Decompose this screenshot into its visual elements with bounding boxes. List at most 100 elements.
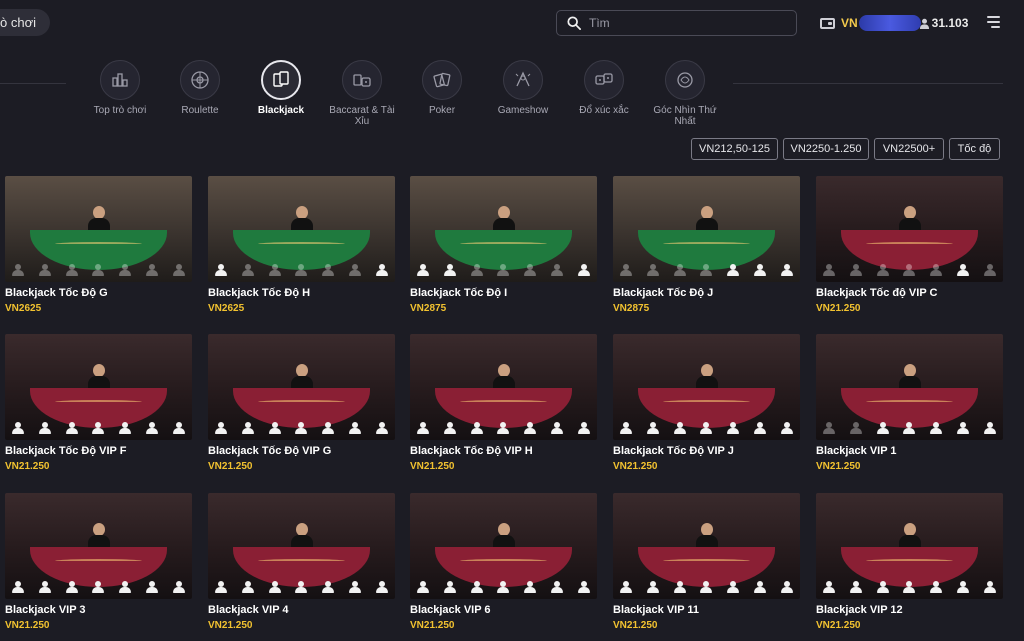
- seat-icon: [876, 422, 889, 435]
- game-thumbnail[interactable]: [613, 334, 800, 440]
- category-tab-poker[interactable]: Poker: [402, 60, 482, 116]
- game-thumbnail[interactable]: [208, 176, 395, 282]
- menu-icon[interactable]: [987, 16, 1000, 28]
- game-card[interactable]: Blackjack Tốc Độ VIP F VN21.250: [5, 334, 192, 472]
- seat-row: [410, 581, 597, 595]
- seat-icon: [727, 581, 740, 594]
- seat-icon: [497, 264, 510, 277]
- seat-icon: [823, 422, 835, 435]
- category-label: Roulette: [181, 105, 219, 116]
- bet-limit: VN21.250: [816, 303, 861, 314]
- category-tab-top-games[interactable]: Top trò chơi: [80, 60, 160, 116]
- game-card[interactable]: Blackjack Tốc Độ VIP J VN21.250: [613, 334, 800, 472]
- game-thumbnail[interactable]: [208, 493, 395, 599]
- seat-icon: [646, 264, 659, 277]
- game-card[interactable]: Blackjack VIP 11 VN21.250: [613, 493, 800, 631]
- back-to-games-button[interactable]: ò chơi: [0, 9, 50, 36]
- game-thumbnail[interactable]: [5, 493, 192, 599]
- category-tab-first-person[interactable]: Góc Nhìn Thứ Nhất: [645, 60, 725, 127]
- game-thumbnail[interactable]: [5, 176, 192, 282]
- redacted-username: [858, 15, 921, 31]
- seat-icon: [65, 581, 78, 594]
- game-card[interactable]: Blackjack Tốc Độ J VN2875: [613, 176, 800, 314]
- game-title: Blackjack VIP 4: [208, 604, 289, 616]
- game-card[interactable]: Blackjack VIP 12 VN21.250: [816, 493, 1003, 631]
- game-title: Blackjack VIP 1: [816, 445, 897, 457]
- game-thumbnail[interactable]: [410, 493, 597, 599]
- seat-icon: [577, 422, 590, 435]
- filter-button[interactable]: VN212,50-125: [691, 138, 778, 160]
- game-title: Blackjack VIP 6: [410, 604, 491, 616]
- game-thumbnail[interactable]: [5, 334, 192, 440]
- game-card[interactable]: Blackjack Tốc Độ I VN2875: [410, 176, 597, 314]
- game-card[interactable]: Blackjack VIP 1 VN21.250: [816, 334, 1003, 472]
- game-card[interactable]: Blackjack VIP 3 VN21.250: [5, 493, 192, 631]
- category-tab-baccarat[interactable]: Baccarat & Tài Xỉu: [322, 60, 402, 127]
- game-thumbnail[interactable]: [613, 493, 800, 599]
- seat-icon: [727, 422, 740, 435]
- filter-button[interactable]: VN22500+: [874, 138, 944, 160]
- game-thumbnail[interactable]: [816, 176, 1003, 282]
- game-title: Blackjack Tốc Độ VIP H: [410, 445, 533, 457]
- category-tab-gameshow[interactable]: Gameshow: [483, 60, 563, 116]
- seat-icon: [983, 264, 996, 277]
- currency-label: VN: [841, 16, 858, 30]
- seat-icon: [700, 581, 713, 594]
- game-card[interactable]: Blackjack Tốc Độ G VN2625: [5, 176, 192, 314]
- seat-icon: [551, 264, 564, 277]
- category-divider-right: [733, 83, 1003, 84]
- category-tab-blackjack-cards[interactable]: Blackjack: [241, 60, 321, 116]
- seat-row: [816, 581, 1003, 595]
- game-thumbnail[interactable]: [816, 493, 1003, 599]
- seat-icon: [876, 264, 889, 277]
- bet-limit: VN21.250: [816, 461, 861, 472]
- seat-icon: [443, 581, 456, 594]
- seat-icon: [470, 422, 483, 435]
- wallet-balance[interactable]: VN 31.103: [820, 15, 968, 31]
- first-person-icon: [665, 60, 705, 100]
- game-thumbnail[interactable]: [410, 176, 597, 282]
- seat-icon: [322, 422, 335, 435]
- game-title: Blackjack Tốc Độ I: [410, 287, 508, 299]
- seat-icon: [38, 422, 51, 435]
- seat-icon: [268, 581, 281, 594]
- game-card[interactable]: Blackjack Tốc Độ VIP H VN21.250: [410, 334, 597, 472]
- game-card[interactable]: Blackjack Tốc độ VIP C VN21.250: [816, 176, 1003, 314]
- filter-button[interactable]: Tốc độ: [949, 138, 1000, 160]
- seat-icon: [700, 264, 713, 277]
- seat-icon: [443, 422, 456, 435]
- seat-icon: [119, 581, 132, 594]
- wallet-icon: [820, 17, 835, 29]
- seat-icon: [417, 422, 429, 435]
- seat-row: [208, 581, 395, 595]
- seat-icon: [375, 422, 388, 435]
- seat-icon: [577, 581, 590, 594]
- game-thumbnail[interactable]: [410, 334, 597, 440]
- game-card[interactable]: Blackjack VIP 4 VN21.250: [208, 493, 395, 631]
- seat-icon: [92, 422, 105, 435]
- bet-limit: VN21.250: [613, 461, 658, 472]
- game-thumbnail[interactable]: [208, 334, 395, 440]
- filter-bar: VN212,50-125 VN2250-1.250 VN22500+ Tốc độ: [0, 138, 1024, 160]
- search-input[interactable]: [589, 16, 789, 30]
- game-thumbnail[interactable]: [613, 176, 800, 282]
- category-tab-dice[interactable]: Đổ xúc xắc: [564, 60, 644, 116]
- category-label: Baccarat & Tài Xỉu: [329, 105, 395, 127]
- seat-icon: [497, 581, 510, 594]
- search-box[interactable]: [556, 10, 797, 36]
- seat-icon: [92, 581, 105, 594]
- category-label: Góc Nhìn Thứ Nhất: [653, 105, 717, 127]
- seat-icon: [443, 264, 456, 277]
- game-card[interactable]: Blackjack VIP 6 VN21.250: [410, 493, 597, 631]
- category-tab-roulette[interactable]: Roulette: [160, 60, 240, 116]
- seat-icon: [903, 264, 916, 277]
- seat-icon: [295, 422, 308, 435]
- seat-icon: [146, 264, 159, 277]
- filter-button[interactable]: VN2250-1.250: [783, 138, 869, 160]
- game-card[interactable]: Blackjack Tốc Độ VIP G VN21.250: [208, 334, 395, 472]
- seat-icon: [780, 422, 793, 435]
- game-card[interactable]: Blackjack Tốc Độ H VN2625: [208, 176, 395, 314]
- game-thumbnail[interactable]: [816, 334, 1003, 440]
- game-title: Blackjack Tốc Độ VIP F: [5, 445, 127, 457]
- game-title: Blackjack Tốc Độ J: [613, 287, 714, 299]
